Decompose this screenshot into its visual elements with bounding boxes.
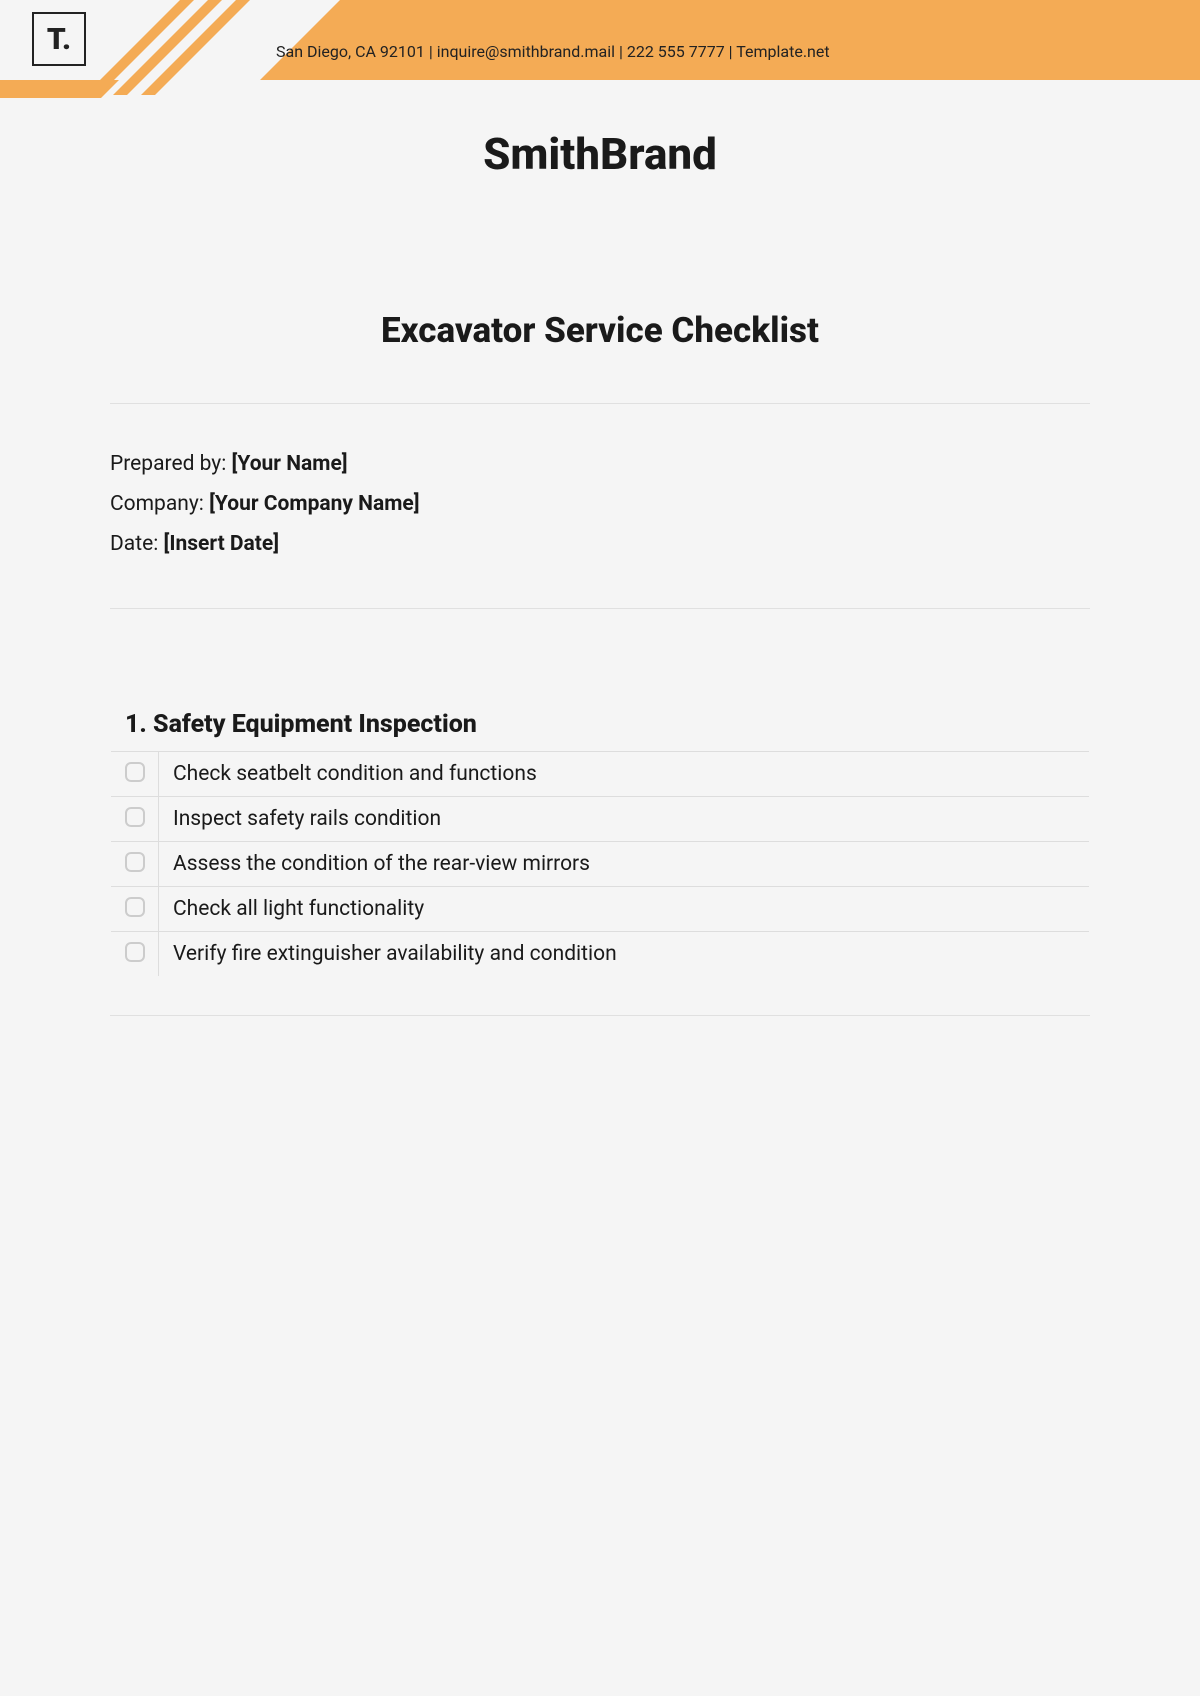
checkbox-icon[interactable] [125,762,145,782]
checklist-row: Assess the condition of the rear-view mi… [111,842,1090,887]
checkbox-cell [111,887,159,932]
meta-company-label: Company: [110,492,209,516]
meta-date: Date: [Insert Date] [110,532,1090,556]
meta-prepared-by: Prepared by: [Your Name] [110,452,1090,476]
meta-date-label: Date: [110,532,164,556]
checklist-row: Inspect safety rails condition [111,797,1090,842]
meta-company: Company: [Your Company Name] [110,492,1090,516]
header-contact-line: San Diego, CA 92101 | inquire@smithbrand… [276,42,830,61]
checklist-row: Check seatbelt condition and functions [111,752,1090,797]
brand-title: SmithBrand [0,128,1200,180]
checklist-item-text: Assess the condition of the rear-view mi… [159,842,1090,887]
meta-date-value: [Insert Date] [164,532,280,556]
checklist-table: 1. Safety Equipment Inspection Check sea… [110,669,1090,977]
checklist-row: Verify fire extinguisher availability an… [111,932,1090,977]
checkbox-cell [111,752,159,797]
checkbox-icon[interactable] [125,807,145,827]
checkbox-icon[interactable] [125,897,145,917]
document-content: Excavator Service Checklist Prepared by:… [110,310,1090,1016]
checklist-row: Check all light functionality [111,887,1090,932]
checkbox-cell [111,932,159,977]
checklist-item-text: Inspect safety rails condition [159,797,1090,842]
meta-company-value: [Your Company Name] [209,492,419,516]
checklist-item-text: Verify fire extinguisher availability an… [159,932,1090,977]
document-title: Excavator Service Checklist [110,310,1090,351]
checklist-item-text: Check all light functionality [159,887,1090,932]
meta-prepared-value: [Your Name] [232,452,348,476]
meta-section: Prepared by: [Your Name] Company: [Your … [110,404,1090,608]
divider [110,608,1090,609]
checkbox-icon[interactable] [125,942,145,962]
checkbox-cell [111,797,159,842]
header-stripes-icon [130,0,250,80]
checkbox-cell [111,842,159,887]
meta-prepared-label: Prepared by: [110,452,232,476]
section-title: 1. Safety Equipment Inspection [111,670,1090,752]
checklist-item-text: Check seatbelt condition and functions [159,752,1090,797]
checkbox-icon[interactable] [125,852,145,872]
divider [110,1015,1090,1016]
logo-icon: T. [32,12,86,66]
